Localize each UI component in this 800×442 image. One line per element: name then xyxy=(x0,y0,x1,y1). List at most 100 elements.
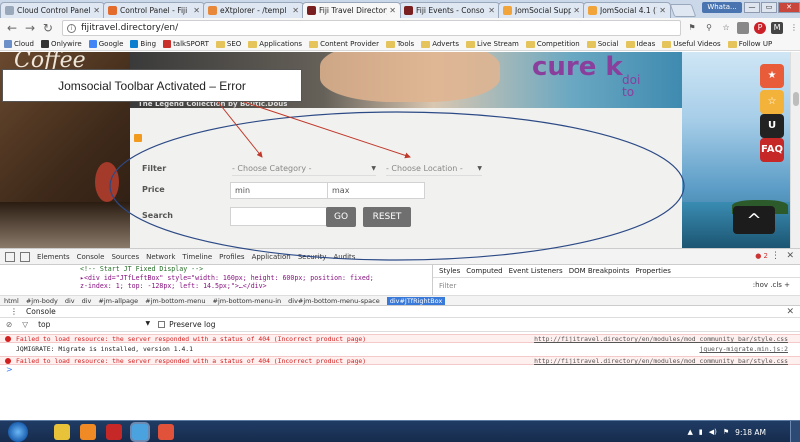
console-source-link[interactable]: jquery-migrate.min.js:2 xyxy=(700,345,789,354)
search-input[interactable] xyxy=(230,207,328,226)
hov-cls-toggles[interactable]: :hov .cls + xyxy=(753,281,790,289)
console-prompt[interactable]: > xyxy=(6,365,13,374)
price-min-input[interactable]: min xyxy=(230,182,328,199)
volume-icon[interactable]: ◀) xyxy=(709,428,717,436)
browser-tab[interactable]: JomSocial 4.1 (1/1✕ xyxy=(583,2,671,18)
error-count-badge[interactable]: ● 2 xyxy=(755,252,768,260)
filter-icon[interactable]: ▽ xyxy=(22,320,28,329)
close-window-button[interactable]: ✕ xyxy=(778,2,800,13)
dom-node-line[interactable]: ▸<div id="JTfLeftBox" style="width: 160p… xyxy=(80,274,430,283)
dom-node-line[interactable]: z-index: 1; top: -128px; left: 14.5px;">… xyxy=(80,282,430,291)
translate-icon[interactable]: ⚑ xyxy=(686,22,698,34)
devtools-tab-sources[interactable]: Sources xyxy=(111,253,139,261)
browser-tab[interactable]: Fiji Events - Conso ✕ xyxy=(399,2,500,18)
magnet-icon[interactable]: U xyxy=(760,114,784,138)
start-button[interactable] xyxy=(8,422,28,442)
location-select[interactable]: - Choose Location - ▼ xyxy=(386,162,482,176)
browser-tab[interactable]: Fiji Travel Directory ✕ xyxy=(302,2,401,18)
breadcrumb-item[interactable]: div xyxy=(65,297,75,305)
console-source-link[interactable]: http://fijitravel.directory/en/modules/m… xyxy=(534,335,788,344)
bookmark-item[interactable]: Google xyxy=(88,40,123,48)
bookmark-item[interactable]: talkSPORT xyxy=(163,40,209,48)
rss-icon[interactable] xyxy=(134,134,142,142)
chrome-icon[interactable] xyxy=(54,424,70,440)
bookmark-item[interactable]: Useful Videos xyxy=(662,40,721,48)
preserve-log-checkbox[interactable] xyxy=(158,321,166,328)
context-select[interactable]: top ▼ xyxy=(38,320,150,329)
devtools-tab-security[interactable]: Security xyxy=(298,253,327,261)
menu-icon[interactable]: ⋮ xyxy=(788,22,800,34)
bookmark-item[interactable]: Bing xyxy=(130,40,156,48)
rating-icon[interactable]: ☆ xyxy=(760,90,784,114)
drawer-menu-icon[interactable]: ⋮ xyxy=(10,307,18,316)
show-desktop-button[interactable] xyxy=(790,421,800,442)
page-scrollbar[interactable] xyxy=(790,52,800,248)
app-red-icon[interactable] xyxy=(106,424,122,440)
go-button[interactable]: GO xyxy=(326,207,356,227)
dom-node-line[interactable]: <!-- Start JT Fixed Display --> xyxy=(80,265,430,274)
devtools-tab-network[interactable]: Network xyxy=(146,253,175,261)
pinterest-icon[interactable]: P xyxy=(754,22,767,34)
styles-subtab[interactable]: Properties xyxy=(636,267,671,275)
bookmark-item[interactable]: SEO xyxy=(215,40,241,48)
bookmark-item[interactable]: Tools xyxy=(385,40,414,48)
inspect-icon[interactable] xyxy=(5,251,15,262)
bookmark-item[interactable]: Social xyxy=(586,40,619,48)
close-tab-icon[interactable]: ✕ xyxy=(292,6,299,15)
close-tab-icon[interactable]: ✕ xyxy=(659,6,666,15)
styles-subtab[interactable]: Event Listeners xyxy=(509,267,563,275)
breadcrumb-item[interactable]: div xyxy=(82,297,92,305)
ribbon-icon[interactable]: ★ xyxy=(760,64,784,88)
styles-subtab[interactable]: Computed xyxy=(466,267,502,275)
styles-filter-input[interactable]: Filter xyxy=(439,282,456,290)
bookmark-item[interactable]: Competition xyxy=(525,40,580,48)
devtools-close-icon[interactable]: ✕ xyxy=(786,251,794,261)
reset-button[interactable]: RESET xyxy=(363,207,411,227)
faq-icon[interactable]: FAQ xyxy=(760,138,784,162)
browser-tab[interactable]: Cloud Control Panel ✕ xyxy=(0,2,105,18)
breadcrumb-item[interactable]: div#jm-bottom-menu-space xyxy=(288,297,380,305)
console-drawer-tab[interactable]: Console xyxy=(26,307,56,316)
breadcrumb-item[interactable]: #jm-bottom-menu xyxy=(145,297,205,305)
gmail-icon[interactable]: M xyxy=(771,22,784,34)
vlc-icon[interactable] xyxy=(80,424,96,440)
styles-subtab[interactable]: DOM Breakpoints xyxy=(569,267,630,275)
devtools-tab-elements[interactable]: Elements xyxy=(37,253,70,261)
devtools-tab-profiles[interactable]: Profiles xyxy=(219,253,244,261)
breadcrumb-item[interactable]: div#JTfRightBox xyxy=(386,296,446,305)
pin-icon[interactable]: ⚲ xyxy=(703,22,715,34)
bookmark-item[interactable]: Adverts xyxy=(421,40,459,48)
bookmark-item[interactable]: Content Provider xyxy=(309,40,379,48)
bookmark-item[interactable]: Applications xyxy=(248,40,302,48)
browser-tab[interactable]: eXtplorer - /templ ✕ xyxy=(203,2,304,18)
back-arrow-icon[interactable]: ← xyxy=(4,20,20,36)
forward-arrow-icon[interactable]: → xyxy=(22,20,38,36)
reload-icon[interactable]: ↻ xyxy=(40,20,56,36)
bookmark-item[interactable]: Follow UP xyxy=(727,40,772,48)
new-tab-button[interactable] xyxy=(669,4,697,17)
breadcrumb-item[interactable]: #jm-body xyxy=(26,297,58,305)
flag-icon[interactable]: ⚑ xyxy=(723,428,729,436)
user-profile-badge[interactable]: Whata... xyxy=(702,2,742,13)
chrome-active-icon[interactable] xyxy=(132,424,148,440)
close-tab-icon[interactable]: ✕ xyxy=(389,6,396,15)
category-select[interactable]: - Choose Category - ▼ xyxy=(232,162,376,176)
maximize-button[interactable]: ▭ xyxy=(761,2,777,13)
tray-arrow-icon[interactable]: ▲ xyxy=(688,428,693,436)
bookmark-item[interactable]: Cloud xyxy=(4,40,34,48)
breadcrumb-item[interactable]: #jm-bottom-menu-in xyxy=(213,297,282,305)
breadcrumb-item[interactable]: #jm-allpage xyxy=(98,297,138,305)
drawer-close-icon[interactable]: ✕ xyxy=(786,307,794,317)
address-bar[interactable]: i fijitravel.directory/en/ xyxy=(61,20,682,36)
network-icon[interactable]: ▮ xyxy=(699,428,703,436)
app-orange-icon[interactable] xyxy=(158,424,174,440)
browser-tab[interactable]: JomSocial Support✕ xyxy=(498,2,585,18)
devtools-tab-application[interactable]: Application xyxy=(252,253,291,261)
devtools-tab-console[interactable]: Console xyxy=(77,253,105,261)
bookmark-item[interactable]: Ideas xyxy=(625,40,655,48)
ext-photo-icon[interactable] xyxy=(737,22,750,34)
breadcrumb-item[interactable]: html xyxy=(4,297,19,305)
site-info-icon[interactable]: i xyxy=(66,23,76,33)
close-tab-icon[interactable]: ✕ xyxy=(488,6,495,15)
scroll-to-top-button[interactable]: ^ xyxy=(733,206,775,234)
